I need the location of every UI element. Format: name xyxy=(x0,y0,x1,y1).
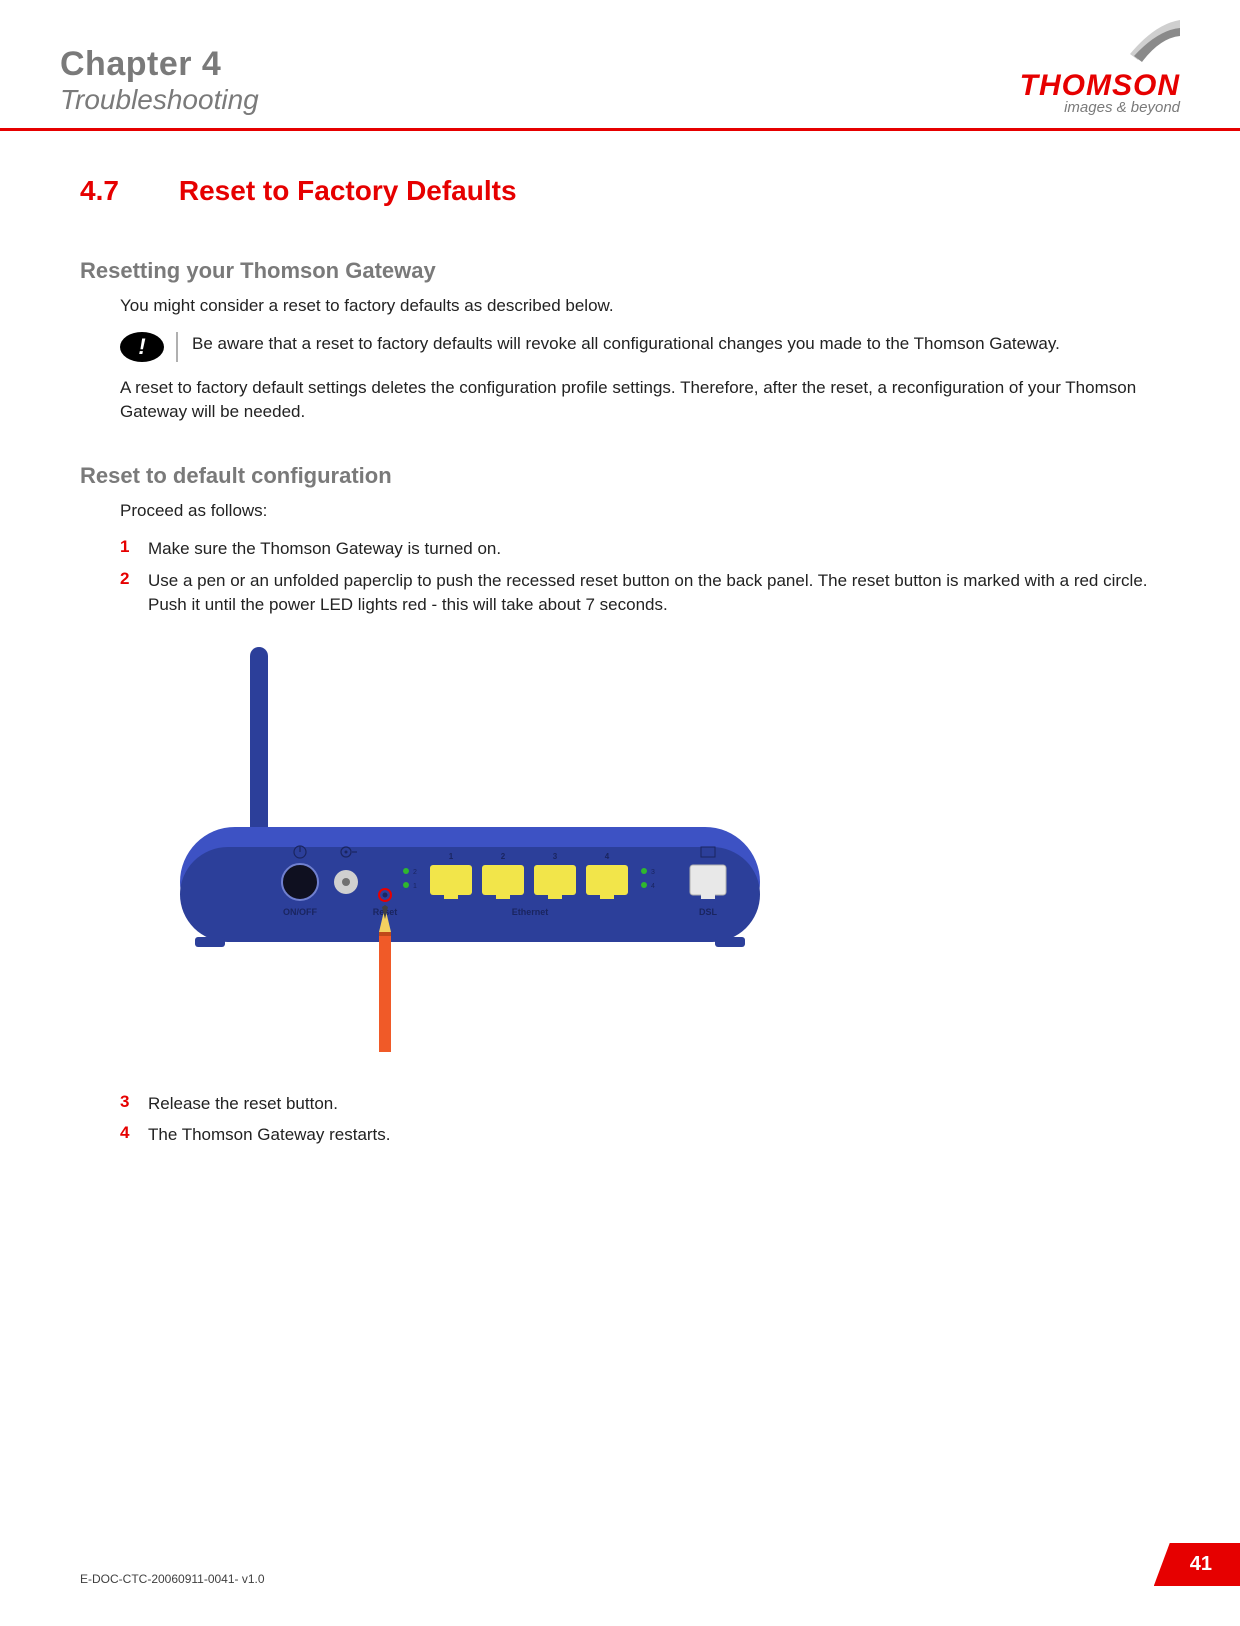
page-content: 4.7 Reset to Factory Defaults Resetting … xyxy=(0,131,1240,1147)
intro-text-1: You might consider a reset to factory de… xyxy=(120,294,1180,318)
subsection-resetting: Resetting your Thomson Gateway You might… xyxy=(80,258,1180,423)
svg-text:3: 3 xyxy=(553,852,558,861)
step-num-3: 3 xyxy=(120,1092,148,1112)
page-header-wrap: Chapter 4 Troubleshooting THOMSON images… xyxy=(0,0,1240,126)
footer-page-number: 41 xyxy=(1154,1543,1240,1586)
step-4: 4 The Thomson Gateway restarts. xyxy=(120,1123,1180,1147)
label-onoff: ON/OFF xyxy=(283,907,317,917)
svg-text:1: 1 xyxy=(413,883,417,890)
svg-text:4: 4 xyxy=(651,883,655,890)
svg-text:4: 4 xyxy=(605,852,610,861)
pencil-icon xyxy=(379,905,391,1052)
subsection-procedure: Reset to default configuration Proceed a… xyxy=(80,463,1180,1147)
brand-swoosh-icon xyxy=(1130,20,1180,69)
page-footer: E-DOC-CTC-20060911-0041- v1.0 41 xyxy=(0,1543,1240,1586)
brand-logo: THOMSON xyxy=(1020,69,1180,102)
section-title: Reset to Factory Defaults xyxy=(179,175,517,207)
router-illustration: ON/OFF Reset 2 1 xyxy=(160,647,1180,1062)
section-heading: 4.7 Reset to Factory Defaults xyxy=(80,171,1180,208)
step-num-4: 4 xyxy=(120,1123,148,1143)
subhead-procedure: Reset to default configuration xyxy=(80,463,1180,489)
svg-text:2: 2 xyxy=(413,869,417,876)
svg-text:2: 2 xyxy=(501,852,506,861)
section-number: 4.7 xyxy=(80,175,170,207)
step-text-3: Release the reset button. xyxy=(148,1092,338,1116)
subhead-resetting: Resetting your Thomson Gateway xyxy=(80,258,1180,284)
step-num-2: 2 xyxy=(120,569,148,589)
page-header: Chapter 4 Troubleshooting THOMSON images… xyxy=(60,20,1180,126)
after-text: A reset to factory default settings dele… xyxy=(120,376,1180,424)
header-left: Chapter 4 Troubleshooting xyxy=(60,45,259,116)
svg-text:1: 1 xyxy=(449,852,454,861)
label-dsl: DSL xyxy=(699,907,718,917)
chapter-title: Chapter 4 xyxy=(60,45,259,84)
intro-text-2: Proceed as follows: xyxy=(120,499,1180,523)
callout-text: Be aware that a reset to factory default… xyxy=(192,332,1060,356)
warning-callout: ! Be aware that a reset to factory defau… xyxy=(120,332,1180,362)
chapter-subtitle: Troubleshooting xyxy=(60,84,259,116)
callout-divider xyxy=(176,332,178,362)
step-text-2: Use a pen or an unfolded paperclip to pu… xyxy=(148,569,1180,617)
step-num-1: 1 xyxy=(120,537,148,557)
footer-doc-id: E-DOC-CTC-20060911-0041- v1.0 xyxy=(80,1572,265,1586)
step-text-4: The Thomson Gateway restarts. xyxy=(148,1123,391,1147)
label-ethernet: Ethernet xyxy=(512,907,549,917)
header-right: THOMSON images & beyond xyxy=(1020,20,1180,116)
svg-text:3: 3 xyxy=(651,869,655,876)
step-text-1: Make sure the Thomson Gateway is turned … xyxy=(148,537,501,561)
step-3: 3 Release the reset button. xyxy=(120,1092,1180,1116)
exclamation-icon: ! xyxy=(120,332,164,362)
step-1: 1 Make sure the Thomson Gateway is turne… xyxy=(120,537,1180,561)
step-2: 2 Use a pen or an unfolded paperclip to … xyxy=(120,569,1180,617)
